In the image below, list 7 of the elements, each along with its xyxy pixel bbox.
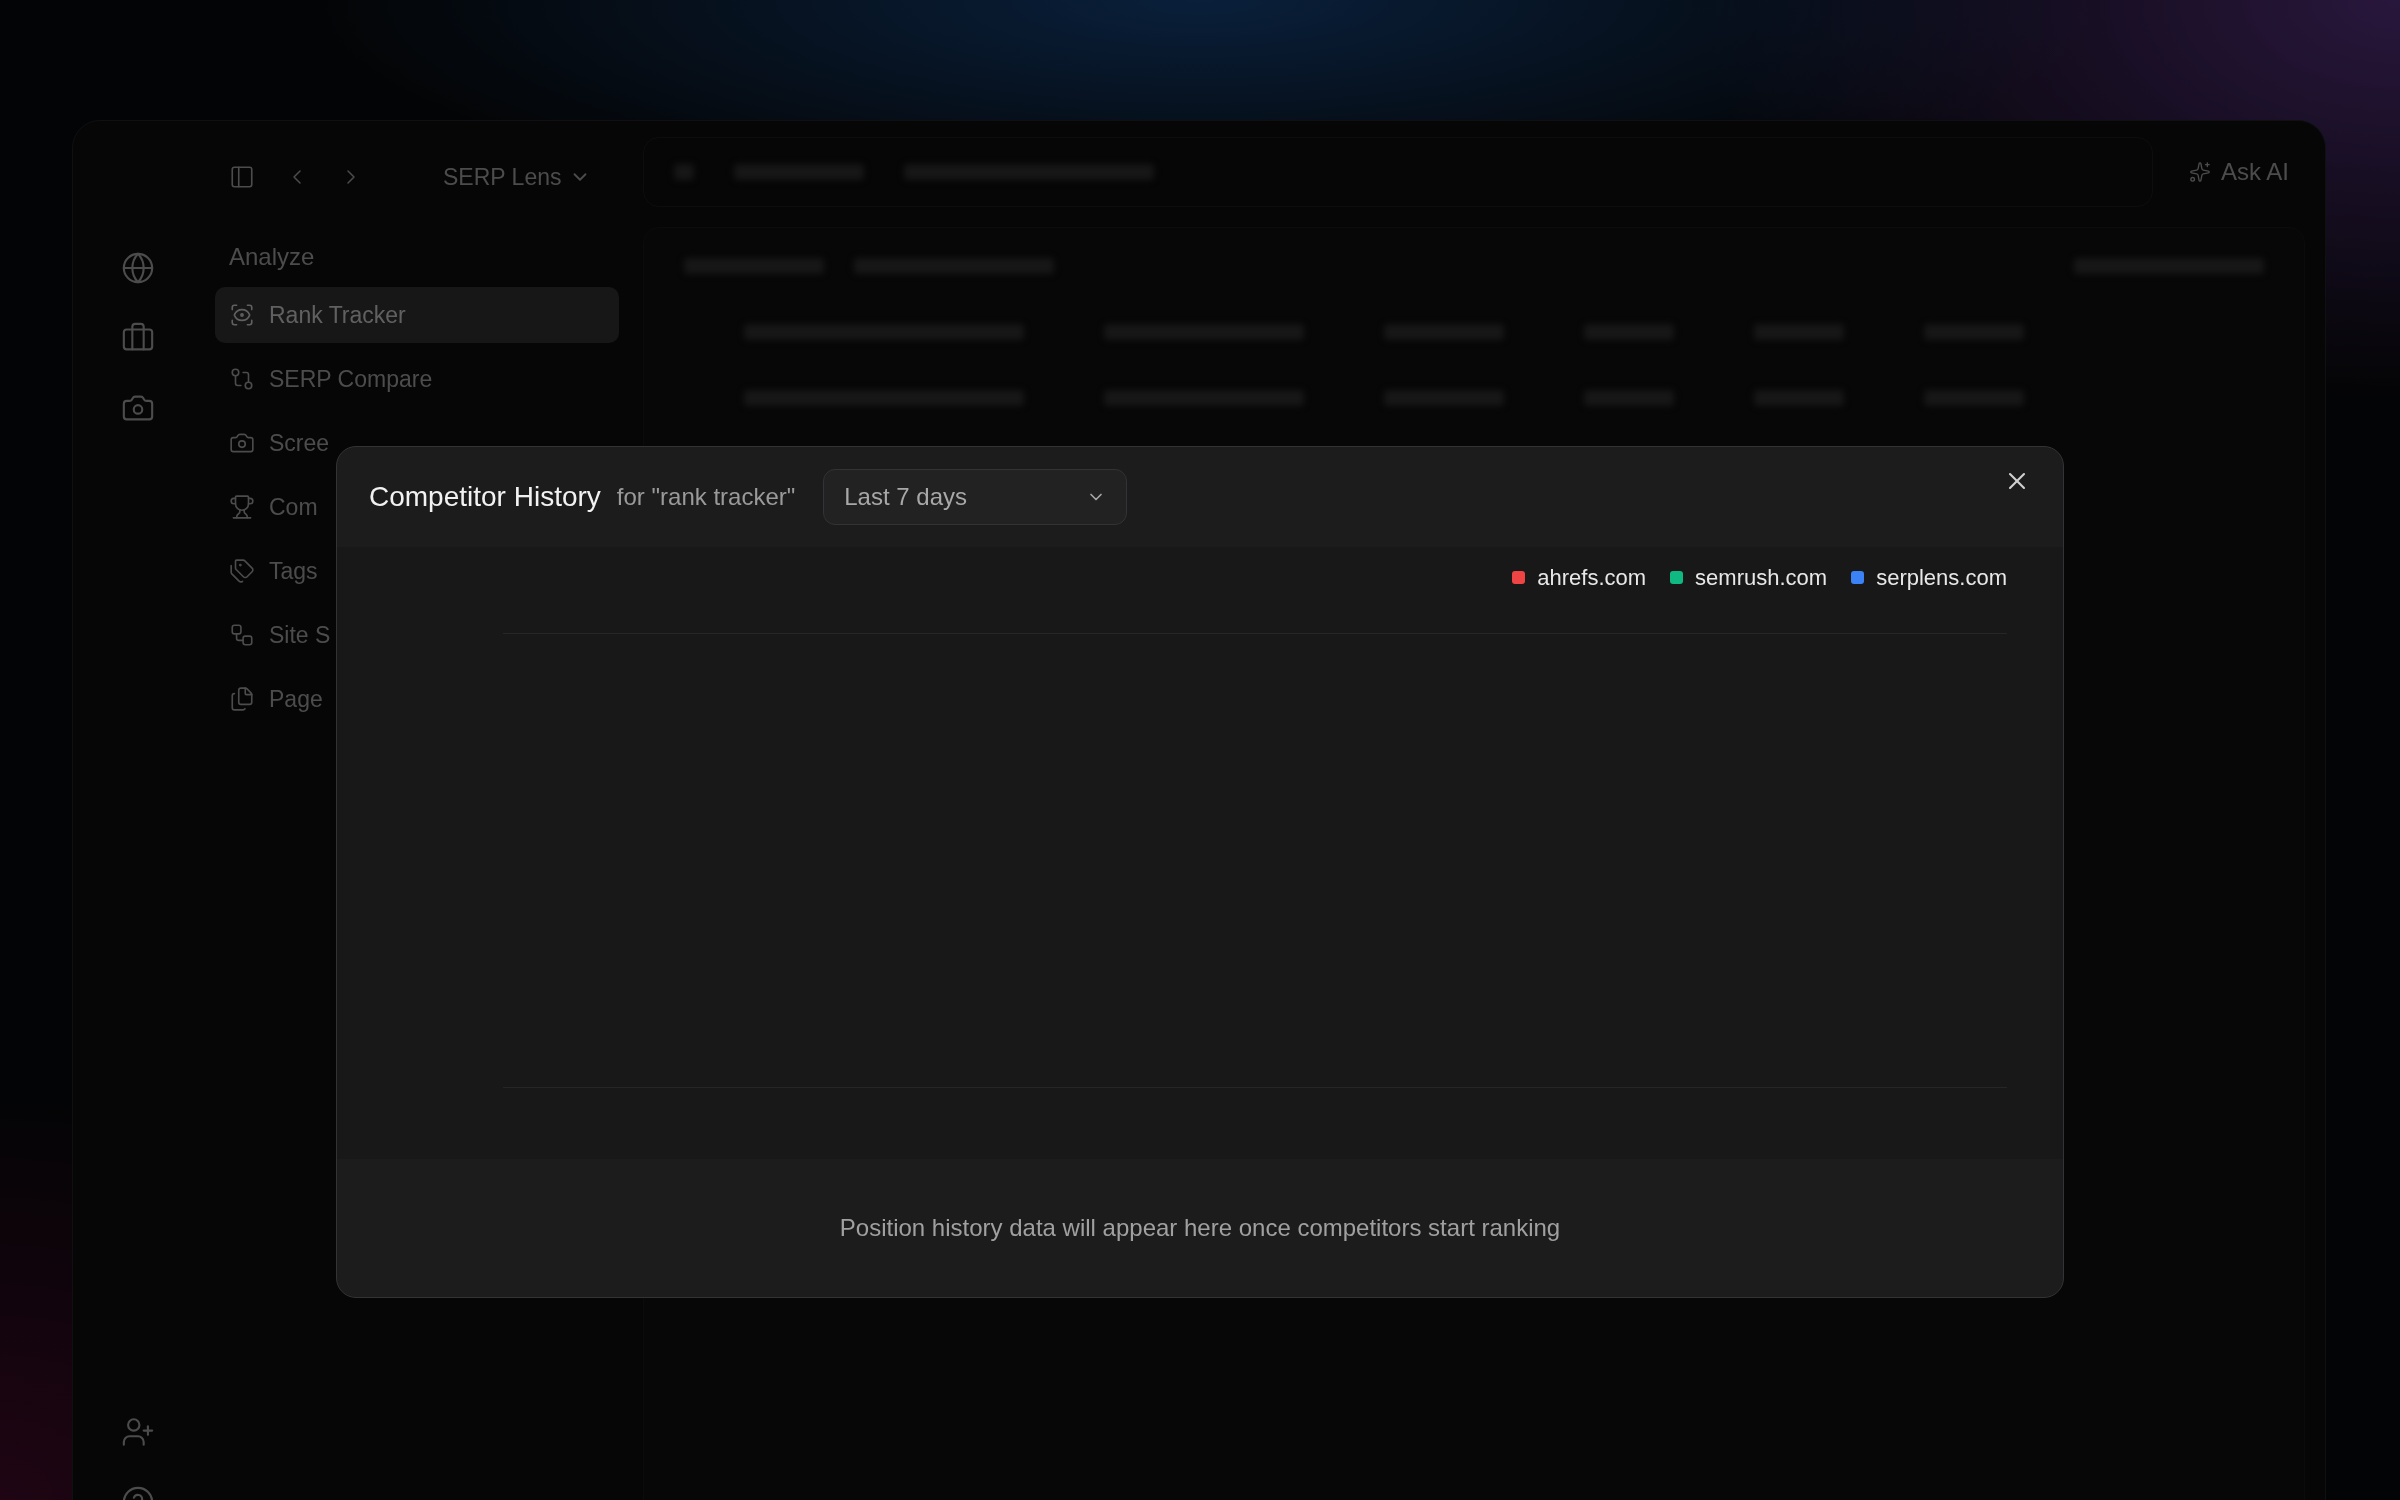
empty-message: Position history data will appear here once competitors start ranking — [839, 1213, 1561, 1243]
dialog-subtitle: for "rank tracker" — [616, 482, 796, 512]
dialog-title: Competitor History — [369, 480, 601, 514]
legend-label: semrush.com — [1695, 563, 1828, 592]
legend-label: ahrefs.com — [1537, 563, 1647, 592]
legend-label: serplens.com — [1876, 563, 2007, 592]
section-heading: Analyze — [228, 242, 316, 272]
